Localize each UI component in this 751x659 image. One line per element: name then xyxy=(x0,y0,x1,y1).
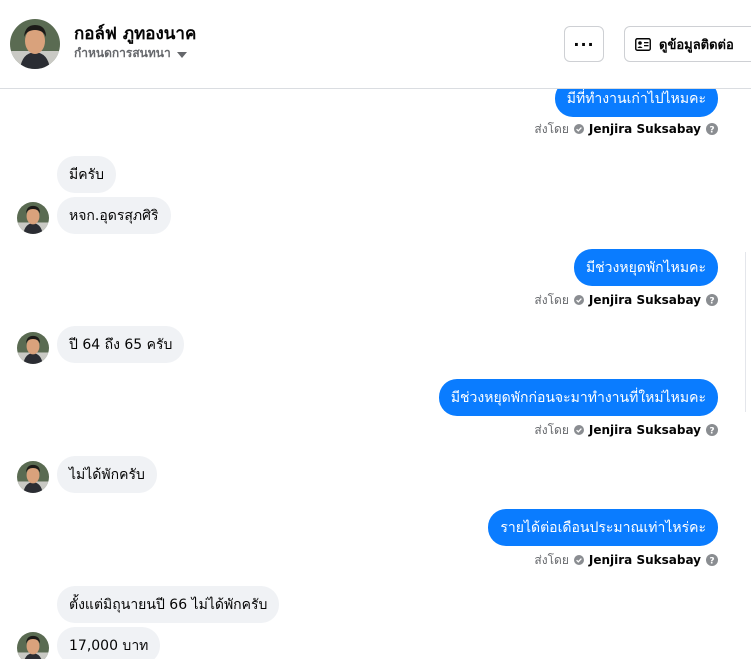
scrollbar[interactable] xyxy=(745,252,751,412)
sent-by-label: ส่งโดย xyxy=(534,292,569,307)
avatar[interactable] xyxy=(17,332,49,364)
message-bubble-outgoing[interactable]: มีที่ทำงานเก่าไปไหมคะ xyxy=(554,89,718,117)
message-bubble-outgoing[interactable]: มีช่วงหยุดพักก่อนจะมาทำงานที่ใหม่ไหมคะ xyxy=(438,379,718,416)
message-bubble-incoming[interactable]: ตั้งแต่มิถุนายนปี 66 ไม่ได้พักครับ xyxy=(57,586,280,623)
check-icon xyxy=(573,124,584,134)
message-bubble-outgoing[interactable]: รายได้ต่อเดือนประมาณเท่าไหร่คะ xyxy=(488,509,718,546)
message-bubble-incoming[interactable]: 17,000 บาท xyxy=(57,627,161,659)
view-contact-label: ดูข้อมูลติดต่อ xyxy=(659,37,734,53)
sender-name[interactable]: Jenjira Suksabay xyxy=(589,122,701,136)
help-icon[interactable] xyxy=(706,123,718,135)
message-bubble-outgoing[interactable]: มีช่วงหยุดพักไหมคะ xyxy=(573,249,718,286)
help-icon[interactable] xyxy=(706,424,718,436)
check-icon xyxy=(573,295,584,305)
message-bubble-incoming[interactable]: มีครับ xyxy=(57,156,116,193)
avatar[interactable] xyxy=(17,632,49,659)
check-icon xyxy=(573,555,584,565)
caret-down-icon xyxy=(176,51,187,58)
avatar[interactable] xyxy=(10,19,60,69)
sent-by-label: ส่งโดย xyxy=(534,422,569,437)
conversation-header: กอล์ฟ ภูทองนาค กำหนดการสนทนา ··· ดูข้อมู… xyxy=(0,0,751,89)
message-list[interactable]: มีที่ทำงานเก่าไปไหมคะ ส่งโดย Jenjira Suk… xyxy=(0,89,751,659)
sender-name[interactable]: Jenjira Suksabay xyxy=(589,553,701,567)
message-bubble-incoming[interactable]: ปี 64 ถึง 65 ครับ xyxy=(57,326,185,363)
help-icon[interactable] xyxy=(706,294,718,306)
more-options-button[interactable]: ··· xyxy=(564,26,604,62)
sent-by-line: ส่งโดย Jenjira Suksabay xyxy=(534,121,718,137)
check-icon xyxy=(573,425,584,435)
sent-by-label: ส่งโดย xyxy=(534,552,569,567)
message-bubble-incoming[interactable]: หจก.อุดรสุภศิริ xyxy=(57,197,171,234)
help-icon[interactable] xyxy=(706,554,718,566)
sent-by-line: ส่งโดย Jenjira Suksabay xyxy=(534,422,718,438)
avatar[interactable] xyxy=(17,461,49,493)
contact-name[interactable]: กอล์ฟ ภูทองนาค xyxy=(74,20,196,47)
avatar[interactable] xyxy=(17,202,49,234)
sent-by-line: ส่งโดย Jenjira Suksabay xyxy=(534,552,718,568)
sender-name[interactable]: Jenjira Suksabay xyxy=(589,423,701,437)
sent-by-label: ส่งโดย xyxy=(534,121,569,136)
sent-by-line: ส่งโดย Jenjira Suksabay xyxy=(534,292,718,308)
contact-card-icon xyxy=(635,37,651,51)
sender-name[interactable]: Jenjira Suksabay xyxy=(589,293,701,307)
conversation-schedule-label: กำหนดการสนทนา xyxy=(74,46,171,60)
view-contact-button[interactable]: ดูข้อมูลติดต่อ xyxy=(624,26,751,62)
message-bubble-incoming[interactable]: ไม่ได้พักครับ xyxy=(57,456,157,493)
conversation-schedule-dropdown[interactable]: กำหนดการสนทนา xyxy=(74,44,187,63)
